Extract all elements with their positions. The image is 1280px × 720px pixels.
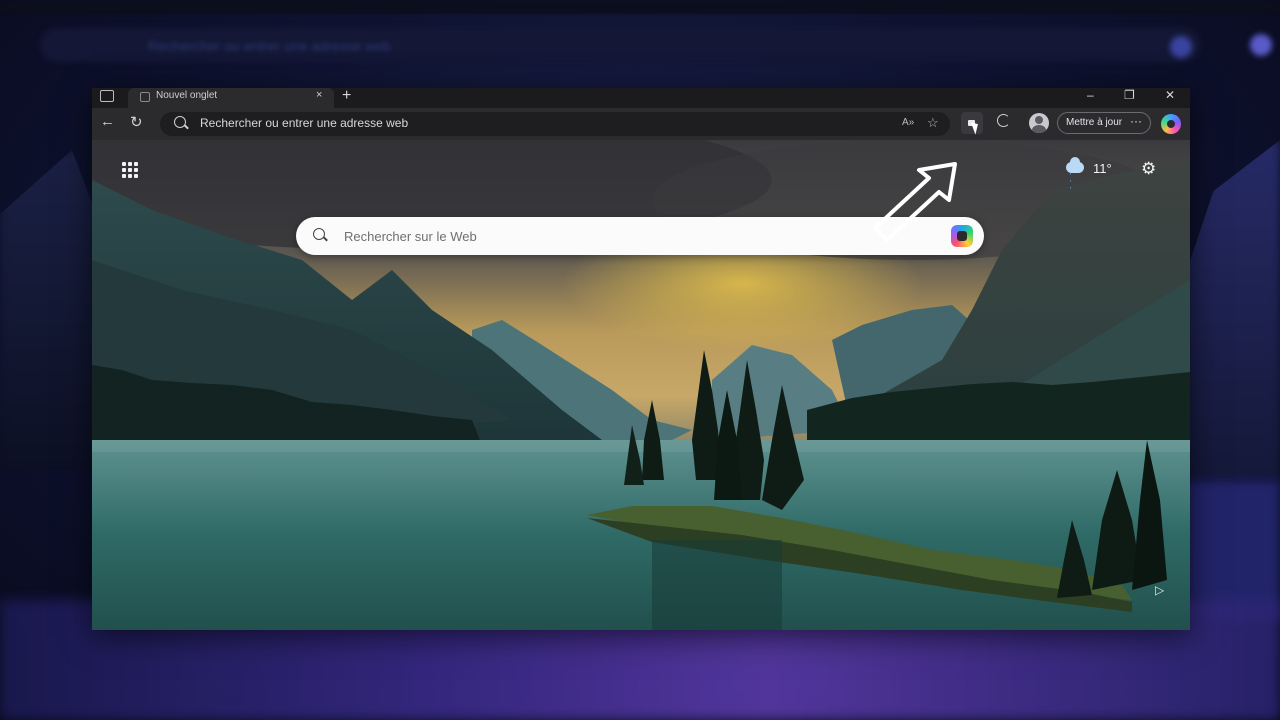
page-icon (140, 92, 150, 102)
tab-close-button[interactable]: × (316, 89, 322, 101)
new-tab-button[interactable]: + (342, 88, 351, 105)
backdrop-topbar (0, 0, 1280, 14)
play-icon[interactable]: ▷ (1155, 583, 1164, 597)
browser-essentials-icon[interactable] (997, 114, 1010, 127)
tab-actions-icon[interactable] (100, 90, 114, 102)
copilot-icon[interactable] (1161, 114, 1181, 134)
backdrop-mountain-right (1185, 140, 1280, 480)
rain-drops-icon: ' ' ' (1070, 173, 1073, 194)
tab-label: Nouvel onglet (156, 90, 218, 101)
favorite-star-icon[interactable]: ☆ (927, 115, 939, 131)
arrow-annotation-icon (873, 162, 957, 242)
more-menu-icon[interactable]: ··· (1130, 114, 1142, 128)
backdrop-icon (1250, 34, 1272, 56)
minimize-button[interactable]: – (1087, 88, 1094, 102)
search-icon (174, 116, 186, 128)
backdrop-icon (1170, 36, 1192, 58)
background-image (92, 140, 1190, 630)
web-search-input[interactable]: Rechercher sur le Web (344, 229, 477, 244)
new-tab-page: ' ' ' 11° ⚙ Rechercher sur le Web ▷ (92, 140, 1190, 630)
refresh-icon[interactable]: ↻ (130, 113, 143, 131)
address-input[interactable]: Rechercher ou entrer une adresse web (200, 116, 408, 130)
back-icon[interactable]: ← (100, 113, 115, 130)
close-window-button[interactable]: ✕ (1165, 88, 1175, 102)
backdrop-water (1185, 480, 1280, 620)
restore-button[interactable]: ❐ (1124, 88, 1135, 102)
weather-temperature: 11° (1093, 161, 1112, 176)
tab-new-tab[interactable]: Nouvel onglet × (128, 88, 334, 108)
profile-avatar[interactable] (1029, 113, 1049, 133)
browser-toolbar: ← ↻ Rechercher ou entrer une adresse web… (92, 108, 1190, 140)
title-bar: Nouvel onglet × + – ❐ ✕ (92, 88, 1190, 108)
address-bar[interactable]: Rechercher ou entrer une adresse web A» … (160, 112, 950, 136)
browser-window: Nouvel onglet × + – ❐ ✕ ← ↻ Rechercher o… (92, 88, 1190, 630)
app-launcher-icon[interactable] (122, 162, 140, 180)
update-label: Mettre à jour (1066, 117, 1123, 128)
search-icon (313, 228, 325, 240)
read-aloud-icon[interactable]: A» (902, 117, 914, 128)
update-button[interactable]: Mettre à jour ··· (1057, 112, 1151, 134)
backdrop-url-text: Rechercher ou entrer une adresse web (148, 38, 391, 54)
settings-icon[interactable]: ⚙ (1141, 159, 1156, 179)
weather-icon (1066, 157, 1084, 173)
